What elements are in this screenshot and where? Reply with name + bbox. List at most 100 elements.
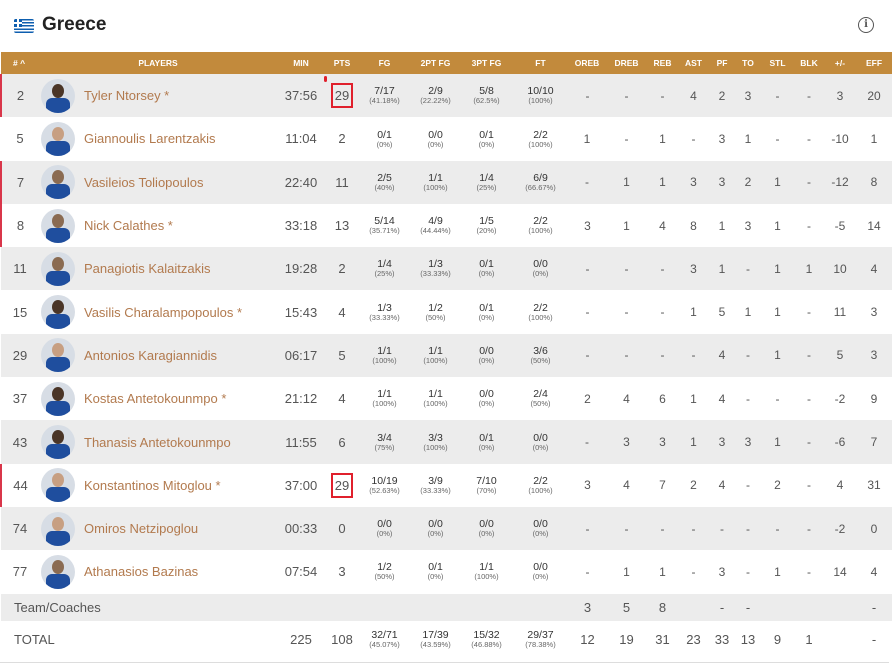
player-name-link[interactable]: Vasilis Charalampopoulos * [84, 305, 242, 320]
fg3: 0/1 (0%) [461, 290, 512, 333]
table-row[interactable]: 8 Nick Calathes * 33:18 13 5/14 (35.71%) 4/9 (4… [0, 203, 892, 248]
points: 3 [325, 550, 359, 593]
total-points: 108 [331, 632, 353, 648]
player-cell[interactable]: Tyler Ntorsey * [39, 74, 277, 117]
stl: 1 [774, 218, 781, 233]
fg3: 0/0 (0%) [461, 334, 512, 377]
table-row[interactable]: 11 Panagiotis Kalaitzakis 19:28 2 1/4 (25%) 1/… [1, 247, 892, 291]
player-name-link[interactable]: Kostas Antetokounmpo * [84, 391, 226, 406]
fg2: 1/1 (100%) [410, 161, 461, 204]
player-avatar [41, 511, 75, 546]
blk: - [807, 218, 811, 233]
minutes: 19:28 [284, 261, 318, 277]
points: 29 [324, 74, 359, 117]
table-bottom-divider [0, 662, 889, 663]
table-row[interactable]: 37 Kostas Antetokounmpo * 21:12 4 1/1 (100%) 1… [1, 377, 892, 421]
stl: 2 [774, 478, 781, 493]
table-row[interactable]: 5 Giannoulis Larentzakis 11:04 2 0/1 (0%) 0/0(… [1, 117, 892, 161]
ast: 8 [690, 218, 697, 233]
ft-pct: (66.67%) [525, 182, 556, 192]
empty-cell [678, 594, 709, 621]
jersey-number: 2 [0, 74, 39, 118]
player-name-link[interactable]: Thanasis Antetokounmpo [84, 435, 231, 450]
total-fg3-pct: (46.88%) [471, 640, 502, 650]
player-cell[interactable]: Konstantinos Mitoglou * [39, 464, 277, 507]
blk: - [807, 305, 811, 320]
player-cell[interactable]: Athanasios Bazinas [39, 550, 277, 593]
to: 2 [744, 175, 752, 190]
ast: 3 [690, 261, 697, 276]
player-cell[interactable]: Giannoulis Larentzakis [39, 117, 277, 160]
column-header-sort-number[interactable]: # ^ [1, 52, 39, 74]
fg3-pct: (0%) [478, 312, 495, 322]
ft: 3/6 (50%) [512, 334, 569, 377]
empty-cell [761, 594, 794, 621]
empty-cell [824, 594, 856, 621]
fg2: 4/9 (44.44%) [410, 204, 461, 247]
player-name-link[interactable]: Giannoulis Larentzakis [84, 131, 216, 146]
stl: 1 [774, 435, 781, 450]
reb: 1 [659, 175, 666, 190]
player-name-link[interactable]: Omiros Netzipoglou [84, 521, 198, 536]
player-cell[interactable]: Kostas Antetokounmpo * [39, 377, 277, 420]
eff: 31 [867, 478, 881, 493]
column-header-stl: STL [769, 58, 786, 68]
fg-pct: (0%) [376, 139, 393, 149]
table-row[interactable]: 77 Athanasios Bazinas 07:54 3 1/2 (50%) 0/1 (0%… [1, 550, 892, 594]
dreb: - [624, 88, 629, 103]
fg3-pct: (0%) [478, 442, 495, 452]
player-avatar [41, 78, 75, 113]
column-header-min: MIN [293, 58, 309, 68]
player-name-link[interactable]: Antonios Karagiannidis [84, 348, 217, 363]
table-row[interactable]: 43 Thanasis Antetokounmpo 11:55 6 3/4 (75%) 3/… [1, 420, 892, 464]
player-cell[interactable]: Omiros Netzipoglou [39, 507, 277, 550]
oreb: - [585, 175, 589, 190]
table-row[interactable]: 44 Konstantinos Mitoglou * 37:00 29 10/19 (52… [0, 463, 892, 507]
table-row[interactable]: 2 Tyler Ntorsey * 37:56 29 7/17 (41.18%) 2/9 (2… [0, 74, 892, 118]
minutes: 37:00 [284, 477, 318, 493]
jersey-number: 15 [12, 304, 28, 320]
table-row[interactable]: 74 Omiros Netzipoglou 00:33 0 0/0 (0%) 0/0 (0%)… [1, 506, 892, 551]
blk: - [807, 435, 811, 450]
oreb: - [585, 564, 590, 579]
to: 13 [740, 632, 756, 648]
dreb: 5 [622, 599, 631, 615]
player-name-link[interactable]: Vasileios Toliopoulos [84, 175, 203, 190]
player-name-link[interactable]: Athanasios Bazinas [84, 564, 198, 579]
player-name-link[interactable]: Nick Calathes * [84, 218, 173, 233]
fg3: 5/8 (62.5%) [461, 74, 512, 117]
annotation-mark [324, 76, 327, 82]
dreb: - [624, 521, 629, 536]
eff: 1 [870, 131, 878, 146]
reb: 4 [659, 218, 666, 233]
fg2-pct: (100%) [423, 356, 448, 365]
player-cell[interactable]: Thanasis Antetokounmpo [39, 420, 277, 463]
info-icon[interactable]: i [858, 17, 874, 33]
fg3-pct: (25%) [476, 182, 497, 192]
player-cell[interactable]: Vasileios Toliopoulos [39, 161, 277, 204]
player-avatar [41, 165, 75, 200]
player-cell[interactable]: Nick Calathes * [39, 204, 277, 247]
stl: 9 [773, 632, 782, 648]
player-avatar [41, 121, 75, 156]
eff: 9 [870, 391, 878, 406]
fg3-pct: (0%) [478, 399, 495, 409]
table-row[interactable]: 15 Vasilis Charalampopoulos * 15:43 4 1/3 (33… [1, 290, 892, 334]
ast: 3 [690, 175, 697, 190]
jersey-number: 11 [13, 261, 27, 277]
player-name-link[interactable]: Tyler Ntorsey * [84, 88, 169, 103]
blk: - [807, 564, 811, 579]
table-row[interactable]: 7 Vasileios Toliopoulos 22:40 11 2/5 (40%) 1/1… [0, 160, 892, 204]
blk: - [807, 521, 811, 536]
pm: -10 [831, 131, 849, 146]
stl: 1 [774, 305, 781, 320]
dreb: 4 [623, 478, 630, 493]
stl: 1 [774, 564, 781, 579]
player-name-link[interactable]: Panagiotis Kalaitzakis [84, 261, 210, 276]
table-row[interactable]: 29 Antonios Karagiannidis 06:17 5 1/1 (100%) 1… [1, 333, 892, 378]
player-cell[interactable]: Panagiotis Kalaitzakis [39, 247, 277, 290]
fg2-pct: (0%) [427, 572, 444, 582]
player-name-link[interactable]: Konstantinos Mitoglou * [84, 478, 221, 493]
player-cell[interactable]: Antonios Karagiannidis [39, 334, 277, 377]
player-cell[interactable]: Vasilis Charalampopoulos * [39, 290, 277, 333]
